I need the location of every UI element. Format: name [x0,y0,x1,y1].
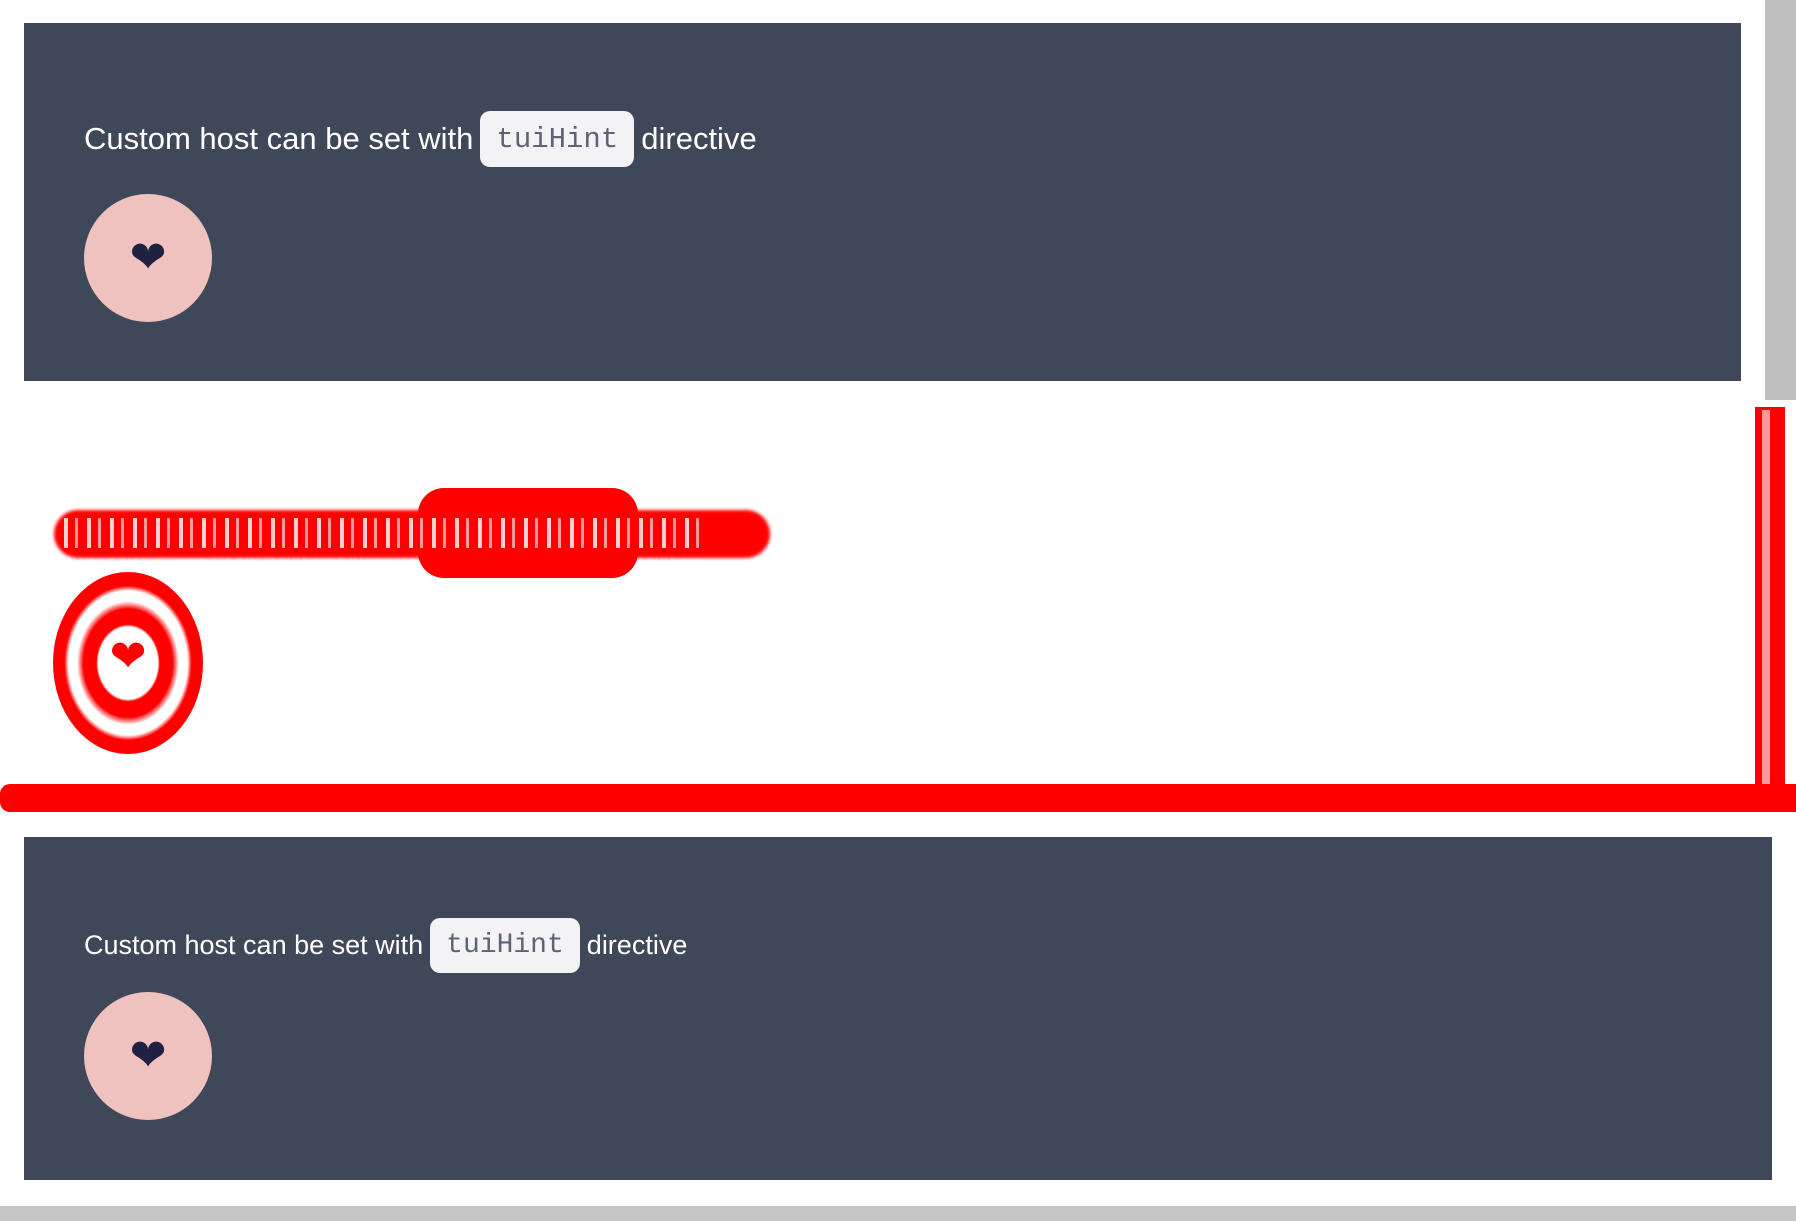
diff-text-noise [64,518,704,548]
description-text-before: Custom host can be set with [84,929,424,960]
heart-button[interactable]: ❤ [84,992,212,1120]
actual-description: Custom host can be set with tuiHint dire… [84,917,687,973]
description-text-before: Custom host can be set with [84,121,474,156]
diff-highlight-inner [1762,410,1770,790]
actual-demo-panel [24,837,1772,1180]
screenshot-diff-page: Custom host can be set with tuiHint dire… [0,0,1796,1221]
heart-icon: ❤ [129,1030,167,1081]
expected-description: Custom host can be set with tuiHint dire… [84,111,757,167]
description-text-after: directive [641,121,757,156]
diff-card [0,406,1796,812]
diff-highlight-right-edge [1755,407,1785,807]
diff-highlight-bottom-edge [0,784,1796,812]
scrollbar-track[interactable] [1765,0,1796,400]
code-chip: tuiHint [430,917,580,973]
code-chip: tuiHint [480,111,635,167]
expected-demo-panel [24,23,1741,381]
description-text-after: directive [586,929,688,960]
heart-button[interactable]: ❤ [84,194,212,322]
bottom-edge [0,1206,1796,1221]
diff-heart-icon: ❤ [109,630,147,682]
heart-icon: ❤ [129,232,167,283]
